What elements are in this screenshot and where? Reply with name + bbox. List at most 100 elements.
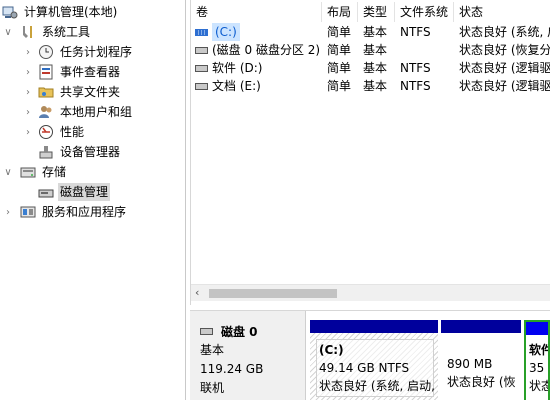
volume-name-cell: 软件 (D:): [191, 59, 322, 77]
volume-list-header: 卷 布局 类型 文件系统 状态: [191, 2, 550, 22]
partition-status: 状态良好 (恢: [447, 375, 516, 389]
tree-label-local-users: 本地用户和组: [60, 105, 133, 119]
disk-state: 联机: [200, 381, 225, 395]
volume-filesystem: NTFS: [400, 61, 431, 75]
disk-kind: 基本: [200, 343, 225, 357]
volume-list: 卷 布局 类型 文件系统 状态 (C:) 简单 基本 NTFS 状态良好 (系统…: [190, 0, 550, 305]
tree-label-task-scheduler: 任务计划程序: [60, 45, 133, 59]
volume-filesystem: NTFS: [400, 79, 431, 93]
partition-status: 状态: [529, 379, 548, 393]
chevron-down-icon[interactable]: ∨: [2, 26, 14, 38]
chevron-right-icon[interactable]: ›: [22, 106, 34, 118]
partition-header-bar: [526, 322, 548, 335]
disk-graphical-view: 磁盘 0 基本 119.24 GB 联机 (C:) 49.14 GB NTFS …: [190, 310, 550, 400]
tree-label-storage: 存储: [42, 165, 67, 179]
partition-header-bar: [441, 320, 521, 333]
partition-software[interactable]: 软件 35 状态: [524, 320, 550, 400]
disk-info-panel[interactable]: 磁盘 0 基本 119.24 GB 联机: [190, 311, 306, 400]
partition-header-bar: [310, 320, 438, 333]
tree-label-device-manager: 设备管理器: [60, 145, 121, 159]
column-header-filesystem[interactable]: 文件系统: [395, 2, 454, 22]
tree-item-disk-management[interactable]: 磁盘管理: [0, 182, 186, 202]
volume-name: (C:): [212, 23, 240, 41]
tree-label-event-viewer: 事件查看器: [60, 65, 121, 79]
system-tools-icon: [20, 24, 36, 40]
volume-status: 状态良好 (逻辑驱: [459, 61, 550, 75]
column-header-status[interactable]: 状态: [454, 2, 550, 22]
tree-item-task-scheduler[interactable]: › 任务计划程序: [0, 42, 186, 62]
shared-folder-icon: [38, 84, 54, 100]
table-row[interactable]: (C:) 简单 基本 NTFS 状态良好 (系统, 启: [191, 23, 550, 41]
partition-title: (C:): [319, 343, 344, 357]
tree-item-services-apps[interactable]: › 服务和应用程序: [0, 202, 186, 222]
content-pane: 卷 布局 类型 文件系统 状态 (C:) 简单 基本 NTFS 状态良好 (系统…: [190, 0, 550, 400]
volume-status: 状态良好 (恢复分: [459, 43, 550, 57]
disk-management-icon: [38, 184, 54, 200]
volume-name: (磁盘 0 磁盘分区 2): [212, 43, 321, 57]
device-manager-icon: [38, 144, 54, 160]
chevron-right-icon[interactable]: ›: [22, 126, 34, 138]
navigation-tree: 计算机管理(本地) ∨ 系统工具 › 任务计划程序 › 事件查看器 › 共享文件…: [0, 0, 186, 400]
horizontal-scrollbar[interactable]: ‹: [191, 284, 550, 301]
event-log-icon: [38, 64, 54, 80]
tree-item-shared-folders[interactable]: › 共享文件夹: [0, 82, 186, 102]
chevron-right-icon[interactable]: ›: [22, 86, 34, 98]
tree-item-device-manager[interactable]: 设备管理器: [0, 142, 186, 162]
tree-label-performance: 性能: [60, 125, 85, 139]
partition-status: 状态良好 (系统, 启动,: [319, 379, 435, 393]
disk-name: 磁盘 0: [221, 325, 258, 339]
partition-c[interactable]: (C:) 49.14 GB NTFS 状态良好 (系统, 启动,: [310, 320, 438, 400]
partition-body: 890 MB 状态良好 (恢: [441, 333, 521, 400]
disk-size: 119.24 GB: [200, 362, 264, 376]
volume-name: 文档 (E:): [212, 79, 261, 93]
disk-title: 磁盘 0: [200, 323, 305, 340]
tree-item-root[interactable]: 计算机管理(本地): [0, 2, 186, 22]
tree-item-local-users[interactable]: › 本地用户和组: [0, 102, 186, 122]
chevron-right-icon[interactable]: ›: [2, 206, 14, 218]
column-header-type[interactable]: 类型: [358, 2, 395, 22]
volume-layout: 简单: [327, 25, 352, 39]
column-header-layout[interactable]: 布局: [322, 2, 358, 22]
tree-item-performance[interactable]: › 性能: [0, 122, 186, 142]
volume-type: 基本: [363, 79, 388, 93]
users-icon: [38, 104, 54, 120]
table-row[interactable]: 文档 (E:) 简单 基本 NTFS 状态良好 (逻辑驱: [191, 77, 550, 95]
chevron-right-icon[interactable]: ›: [22, 46, 34, 58]
table-row[interactable]: (磁盘 0 磁盘分区 2) 简单 基本 状态良好 (恢复分: [191, 41, 550, 59]
chevron-down-icon[interactable]: ∨: [2, 166, 14, 178]
tree-label-system-tools: 系统工具: [42, 25, 91, 39]
tree-label-services-apps: 服务和应用程序: [42, 205, 127, 219]
volume-name-cell: 文档 (E:): [191, 77, 322, 95]
tree-label-root: 计算机管理(本地): [24, 5, 118, 19]
storage-icon: [20, 164, 36, 180]
chevron-right-icon[interactable]: ›: [22, 66, 34, 78]
volume-filesystem: NTFS: [400, 25, 431, 39]
volume-name: 软件 (D:): [212, 61, 263, 75]
volume-type: 基本: [363, 61, 388, 75]
tree-item-system-tools[interactable]: ∨ 系统工具: [0, 22, 186, 42]
volume-layout: 简单: [327, 61, 352, 75]
volume-status: 状态良好 (逻辑驱: [459, 79, 550, 93]
tree-item-storage[interactable]: ∨ 存储: [0, 162, 186, 182]
tree-item-event-viewer[interactable]: › 事件查看器: [0, 62, 186, 82]
volume-layout: 简单: [327, 43, 352, 57]
partition-size: 35: [529, 361, 545, 375]
partition-recovery[interactable]: 890 MB 状态良好 (恢: [441, 320, 521, 400]
partition-title: 软件: [529, 343, 548, 357]
column-header-volume[interactable]: 卷: [191, 2, 322, 22]
scrollbar-thumb[interactable]: [209, 289, 337, 298]
performance-icon: [38, 124, 54, 140]
tree-label-shared-folders: 共享文件夹: [60, 85, 121, 99]
partition-body: 软件 35 状态: [526, 335, 548, 400]
volume-icon: [195, 82, 208, 90]
volume-name-cell: (磁盘 0 磁盘分区 2): [191, 41, 322, 59]
volume-name-cell: (C:): [191, 23, 322, 41]
scroll-left-arrow-icon[interactable]: ‹: [195, 286, 199, 299]
partition-size: 49.14 GB NTFS: [319, 361, 410, 375]
volume-filesystem: [395, 41, 454, 59]
partition-body: (C:) 49.14 GB NTFS 状态良好 (系统, 启动,: [310, 333, 438, 400]
table-row[interactable]: 软件 (D:) 简单 基本 NTFS 状态良好 (逻辑驱: [191, 59, 550, 77]
volume-status: 状态良好 (系统, 启: [459, 25, 550, 39]
volume-layout: 简单: [327, 79, 352, 93]
services-icon: [20, 204, 36, 220]
